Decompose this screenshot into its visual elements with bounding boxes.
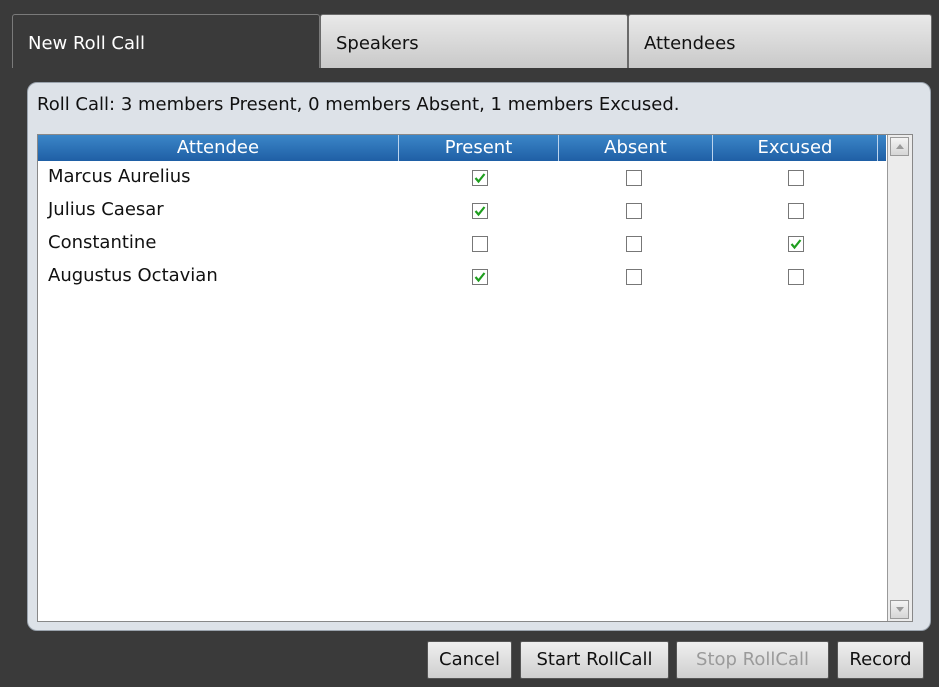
- grid-header: Attendee Present Absent Excused: [38, 135, 886, 161]
- check-icon: [474, 173, 486, 184]
- column-header-absent[interactable]: Absent: [559, 135, 713, 161]
- roll-call-panel: Roll Call: 3 members Present, 0 members …: [27, 82, 931, 631]
- check-icon: [474, 272, 486, 283]
- attendee-name: Julius Caesar: [48, 199, 164, 220]
- tab-new-roll-call[interactable]: New Roll Call: [12, 14, 320, 68]
- table-row: Augustus Octavian: [38, 262, 886, 295]
- present-checkbox[interactable]: [472, 203, 488, 219]
- absent-checkbox[interactable]: [626, 269, 642, 285]
- cancel-button[interactable]: Cancel: [427, 641, 512, 679]
- tab-strip: New Roll Call Speakers Attendees: [12, 14, 932, 68]
- column-header-present[interactable]: Present: [399, 135, 559, 161]
- excused-checkbox[interactable]: [788, 203, 804, 219]
- start-rollcall-button[interactable]: Start RollCall: [520, 641, 669, 679]
- record-button[interactable]: Record: [837, 641, 924, 679]
- roll-call-summary: Roll Call: 3 members Present, 0 members …: [37, 94, 680, 115]
- absent-checkbox[interactable]: [626, 170, 642, 186]
- vertical-scrollbar[interactable]: [887, 135, 912, 621]
- tab-attendees[interactable]: Attendees: [628, 14, 932, 68]
- column-header-attendee[interactable]: Attendee: [38, 135, 399, 161]
- present-checkbox[interactable]: [472, 269, 488, 285]
- check-icon: [790, 239, 802, 250]
- table-row: Julius Caesar: [38, 196, 886, 229]
- present-checkbox[interactable]: [472, 236, 488, 252]
- excused-checkbox[interactable]: [788, 269, 804, 285]
- attendee-name: Augustus Octavian: [48, 265, 218, 286]
- attendee-grid: Attendee Present Absent Excused Marcus A…: [37, 134, 913, 622]
- check-icon: [474, 206, 486, 217]
- table-row: Constantine: [38, 229, 886, 262]
- scroll-up-arrow-icon[interactable]: [890, 137, 909, 156]
- stop-rollcall-button[interactable]: Stop RollCall: [676, 641, 829, 679]
- table-row: Marcus Aurelius: [38, 163, 886, 196]
- attendee-name: Constantine: [48, 232, 157, 253]
- excused-checkbox[interactable]: [788, 170, 804, 186]
- absent-checkbox[interactable]: [626, 203, 642, 219]
- absent-checkbox[interactable]: [626, 236, 642, 252]
- present-checkbox[interactable]: [472, 170, 488, 186]
- column-header-excused[interactable]: Excused: [713, 135, 878, 161]
- scroll-down-arrow-icon[interactable]: [890, 600, 909, 619]
- excused-checkbox[interactable]: [788, 236, 804, 252]
- tab-speakers[interactable]: Speakers: [320, 14, 628, 68]
- attendee-name: Marcus Aurelius: [48, 166, 191, 187]
